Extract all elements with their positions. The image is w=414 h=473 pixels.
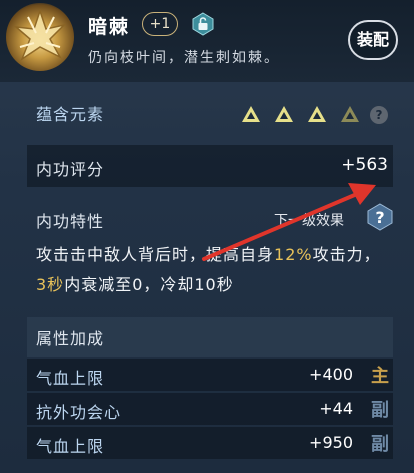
- level-badge: +1: [142, 12, 178, 36]
- item-name: 暗棘: [88, 16, 131, 38]
- attributes-title: 属性加成: [36, 329, 105, 348]
- attribute-value: +400: [309, 365, 353, 384]
- attribute-row: 气血上限 +400 主: [27, 359, 393, 391]
- attribute-tag: 副: [371, 400, 389, 421]
- attribute-name: 气血上限: [36, 369, 105, 388]
- attribute-row: 抗外功会心 +44 副: [27, 393, 393, 425]
- triangle-element-icon: [341, 106, 359, 122]
- attribute-tag: 主: [371, 366, 389, 387]
- item-detail-panel: 暗棘 +1 仍向枝叶间，潜生刺如棘。 装配 蕴含元素 ? 内功评分 +563 内…: [0, 0, 414, 473]
- elements-label: 蕴含元素: [36, 105, 105, 124]
- attribute-name: 气血上限: [36, 437, 105, 456]
- score-label: 内功评分: [36, 160, 105, 179]
- trait-desc-text: 内衰减至0，冷却10秒: [64, 275, 234, 294]
- lock-open-icon[interactable]: [191, 12, 215, 36]
- attribute-row: 气血上限 +950 副: [27, 427, 393, 459]
- traits-label: 内功特性: [36, 212, 105, 231]
- attribute-value: +44: [319, 399, 353, 418]
- attribute-tag: 副: [371, 434, 389, 455]
- question-icon[interactable]: ?: [370, 106, 388, 124]
- attribute-value: +950: [309, 433, 353, 452]
- equip-button[interactable]: 装配: [348, 20, 398, 60]
- triangle-element-icon: [308, 106, 326, 122]
- thorn-emblem-icon: [6, 3, 74, 71]
- attribute-name: 抗外功会心: [36, 403, 122, 422]
- item-description: 仍向枝叶间，潜生刺如棘。: [88, 50, 280, 66]
- trait-desc-highlight: 3秒: [36, 275, 65, 294]
- triangle-element-icon: [275, 106, 293, 122]
- red-arrow: [202, 183, 376, 261]
- triangle-element-icon: [242, 106, 260, 122]
